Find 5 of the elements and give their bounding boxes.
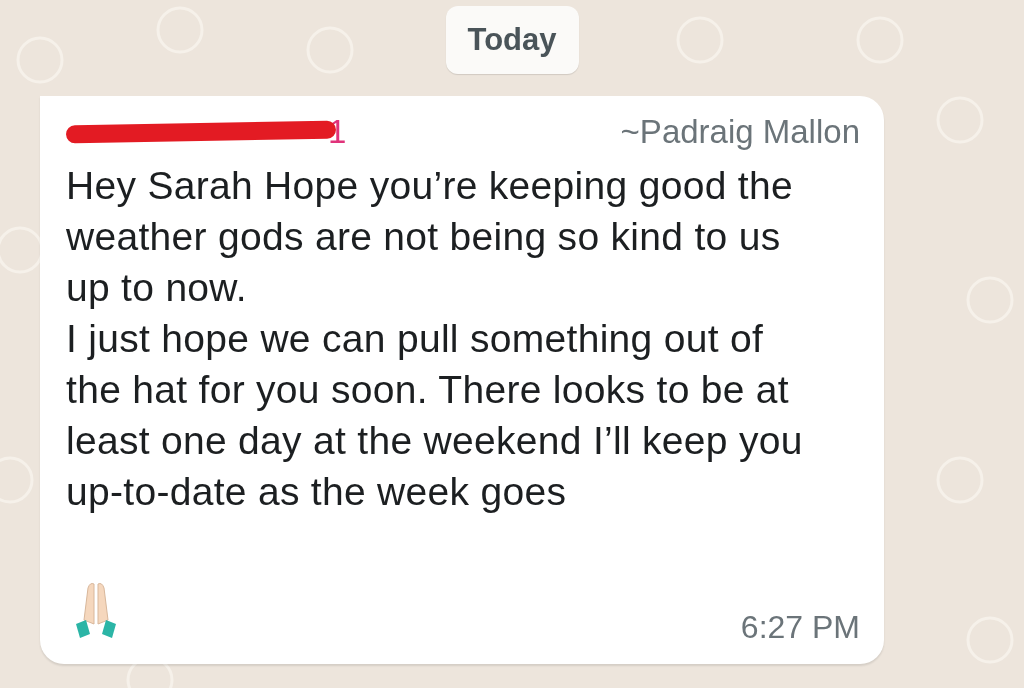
sender-name: ~Padraig Mallon	[620, 113, 860, 151]
sender-number: 1	[328, 113, 347, 151]
message-text: Hey Sarah Hope you’re keeping good the weather gods are not being so kind to us up to now. I just hope we can pull something out of the hat for you soon. There looks to be at least one day at the weekend I’ll keep you up-to-date as the week goes	[66, 163, 804, 515]
message-time: 6:27 PM	[740, 609, 860, 646]
date-chip: Today	[445, 6, 579, 74]
